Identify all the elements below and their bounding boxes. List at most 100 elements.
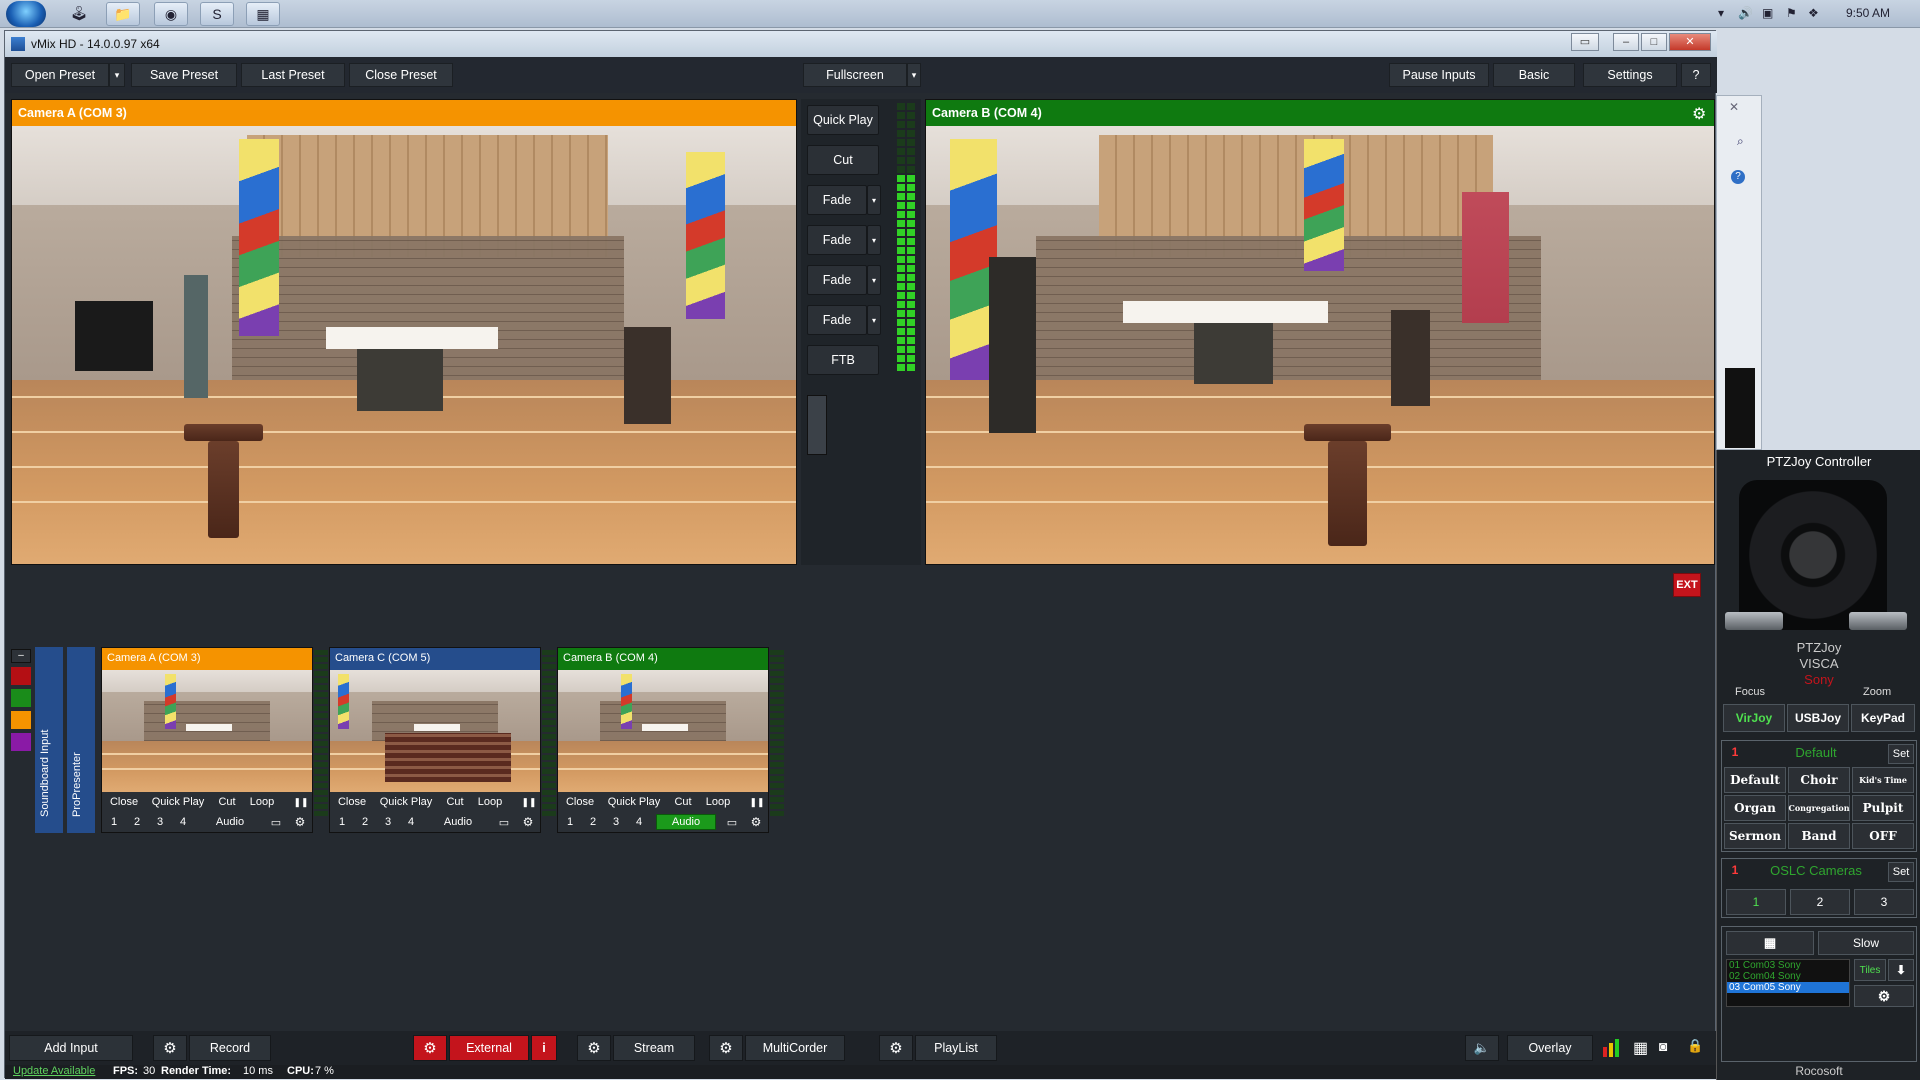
record-button[interactable]: Record — [189, 1035, 271, 1061]
overlay-button[interactable]: Overlay — [1507, 1035, 1593, 1061]
save-preset-button[interactable]: Save Preset — [131, 63, 237, 87]
soundboard-input-tab[interactable]: Soundboard Input — [35, 647, 63, 833]
monitor-icon[interactable]: ▭ — [266, 814, 286, 830]
overlay-3-button[interactable]: 3 — [378, 814, 398, 830]
overlay-1-button[interactable]: 1 — [560, 814, 580, 830]
overlay-3-button[interactable]: 3 — [150, 814, 170, 830]
preview-panel[interactable]: Camera A (COM 3) — [11, 99, 797, 565]
input-close-button[interactable]: Close — [332, 794, 372, 810]
open-preset-dropdown-icon[interactable]: ▾ — [109, 63, 125, 87]
close-icon[interactable]: ✕ — [1729, 100, 1739, 114]
download-icon[interactable]: ⬇ — [1888, 959, 1914, 981]
ftb-button[interactable]: FTB — [807, 345, 879, 375]
fade-button-1[interactable]: Fade — [807, 185, 867, 215]
quick-play-button[interactable]: Quick Play — [807, 105, 879, 135]
joystick-pad[interactable] — [1739, 480, 1887, 630]
virjoy-mode-button[interactable]: VirJoy — [1723, 704, 1785, 732]
overlay-3-button[interactable]: 3 — [606, 814, 626, 830]
tiles-button[interactable]: Tiles — [1854, 959, 1886, 981]
stream-button[interactable]: Stream — [613, 1035, 695, 1061]
external-settings-gear-icon[interactable]: ⚙ — [413, 1035, 447, 1061]
preset-bank-set-button[interactable]: Set — [1888, 744, 1914, 764]
input-title[interactable]: Camera C (COM 5) — [330, 648, 540, 670]
input-thumbnail[interactable] — [330, 670, 540, 792]
input-loop-button[interactable]: Loop — [472, 794, 508, 810]
overlay-2-button[interactable]: 2 — [583, 814, 603, 830]
pause-icon[interactable]: ❚❚ — [520, 794, 538, 810]
camera-list-item[interactable]: 01 Com03 Sony — [1727, 960, 1849, 971]
gear-icon[interactable]: ⚙ — [290, 814, 310, 830]
overlay-4-button[interactable]: 4 — [173, 814, 193, 830]
input-card[interactable]: Camera A (COM 3) Close Quick Play Cut Loop ❚❚… — [101, 647, 328, 833]
preset-button[interactable]: Congregation — [1788, 795, 1850, 821]
fade-dropdown-icon[interactable]: ▾ — [867, 225, 881, 255]
overlay-2-button[interactable]: 2 — [127, 814, 147, 830]
restore-icon[interactable]: ▭ — [1571, 33, 1599, 51]
color-tag-orange[interactable] — [11, 711, 31, 729]
speaker-icon[interactable]: 🔈 — [1465, 1035, 1499, 1061]
add-input-button[interactable]: Add Input — [9, 1035, 133, 1061]
folder-icon[interactable]: 📁 — [106, 2, 140, 26]
ptz-settings-gear-icon[interactable]: ⚙ — [1854, 985, 1914, 1007]
preset-button[interactable]: Pulpit — [1852, 795, 1914, 821]
input-quick-play-button[interactable]: Quick Play — [374, 794, 438, 810]
clock[interactable]: 9:50 AM — [1846, 6, 1890, 20]
skype-icon[interactable]: S — [200, 2, 234, 26]
input-title[interactable]: Camera A (COM 3) — [102, 648, 312, 670]
input-title[interactable]: Camera B (COM 4) — [558, 648, 768, 670]
minimize-button[interactable]: – — [1613, 33, 1639, 51]
fade-dropdown-icon[interactable]: ▾ — [867, 185, 881, 215]
overlay-4-button[interactable]: 4 — [629, 814, 649, 830]
last-preset-button[interactable]: Last Preset — [241, 63, 345, 87]
input-cut-button[interactable]: Cut — [212, 794, 242, 810]
fade-button-4[interactable]: Fade — [807, 305, 867, 335]
preset-button[interactable]: Default — [1724, 767, 1786, 793]
settings-button[interactable]: Settings — [1583, 63, 1677, 87]
pause-icon[interactable]: ❚❚ — [748, 794, 766, 810]
monitor-icon[interactable]: ▭ — [494, 814, 514, 830]
preset-button[interactable]: Kid's Time — [1852, 767, 1914, 793]
update-available-link[interactable]: Update Available — [13, 1065, 95, 1077]
preset-button[interactable]: Organ — [1724, 795, 1786, 821]
t-bar-slider[interactable] — [807, 395, 827, 455]
record-settings-gear-icon[interactable]: ⚙ — [153, 1035, 187, 1061]
audio-button[interactable]: Audio — [200, 814, 260, 830]
ext-badge[interactable]: EXT — [1673, 573, 1701, 597]
lock-icon[interactable]: 🔒 — [1687, 1038, 1703, 1054]
preset-button[interactable]: Sermon — [1724, 823, 1786, 849]
preset-button[interactable]: Choir — [1788, 767, 1850, 793]
external-button[interactable]: External — [449, 1035, 529, 1061]
help-icon[interactable]: ? — [1731, 170, 1745, 184]
help-button[interactable]: ? — [1681, 63, 1711, 87]
action-center-icon[interactable]: ⚑ — [1786, 6, 1797, 20]
input-thumbnail[interactable] — [558, 670, 768, 792]
overlay-2-button[interactable]: 2 — [355, 814, 375, 830]
tiles-view-icon[interactable]: ▦ — [1726, 931, 1814, 955]
playlist-settings-gear-icon[interactable]: ⚙ — [879, 1035, 913, 1061]
overlay-1-button[interactable]: 1 — [332, 814, 352, 830]
pause-inputs-button[interactable]: Pause Inputs — [1389, 63, 1489, 87]
input-card[interactable]: Camera B (COM 4) Close Quick Play Cut Loop ❚❚… — [557, 647, 784, 833]
gear-icon[interactable]: ⚙ — [1692, 104, 1706, 124]
multicorder-button[interactable]: MultiCorder — [745, 1035, 845, 1061]
vmix-icon[interactable]: ▦ — [246, 2, 280, 26]
overlay-1-button[interactable]: 1 — [104, 814, 124, 830]
stream-settings-gear-icon[interactable]: ⚙ — [577, 1035, 611, 1061]
camera-bank-set-button[interactable]: Set — [1888, 862, 1914, 882]
fade-button-2[interactable]: Fade — [807, 225, 867, 255]
usbjoy-mode-button[interactable]: USBJoy — [1787, 704, 1849, 732]
multicorder-settings-gear-icon[interactable]: ⚙ — [709, 1035, 743, 1061]
playlist-button[interactable]: PlayList — [915, 1035, 997, 1061]
camera-list-item[interactable]: 02 Com04 Sony — [1727, 971, 1849, 982]
color-tag-green[interactable] — [11, 689, 31, 707]
gear-icon[interactable]: ⚙ — [518, 814, 538, 830]
network-icon[interactable]: ▣ — [1762, 6, 1773, 20]
input-cut-button[interactable]: Cut — [440, 794, 470, 810]
basic-button[interactable]: Basic — [1493, 63, 1575, 87]
input-card[interactable]: Camera C (COM 5) Close Quick Play Cut Loop ❚❚… — [329, 647, 556, 833]
fade-dropdown-icon[interactable]: ▾ — [867, 305, 881, 335]
audio-button[interactable]: Audio — [656, 814, 716, 830]
input-close-button[interactable]: Close — [560, 794, 600, 810]
input-cut-button[interactable]: Cut — [668, 794, 698, 810]
camera-2-button[interactable]: 2 — [1790, 889, 1850, 915]
